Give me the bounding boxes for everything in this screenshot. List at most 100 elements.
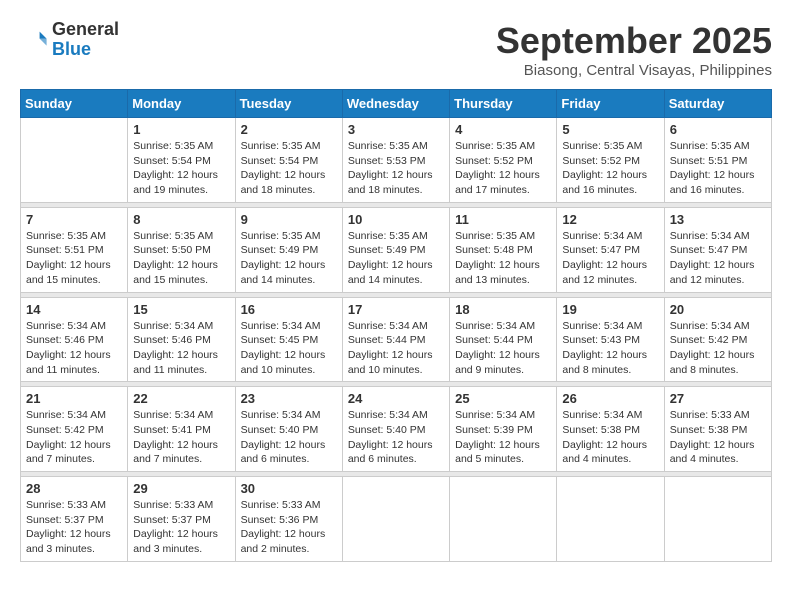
calendar-cell: 18 Sunrise: 5:34 AM Sunset: 5:44 PM Dayli…	[450, 297, 557, 382]
day-number: 22	[133, 391, 229, 406]
day-number: 16	[241, 302, 337, 317]
calendar-cell: 11Sunrise: 5:35 AM Sunset: 5:48 PM Dayli…	[450, 207, 557, 292]
logo-blue: Blue	[52, 40, 119, 60]
weekday-header-friday: Friday	[557, 90, 664, 118]
calendar-cell: 9 Sunrise: 5:35 AM Sunset: 5:49 PM Daylig…	[235, 207, 342, 292]
day-info: Sunrise: 5:34 AM Sunset: 5:42 PM Dayligh…	[26, 408, 122, 467]
calendar-cell: 25Sunrise: 5:34 AM Sunset: 5:39 PM Dayli…	[450, 387, 557, 472]
calendar-cell	[450, 477, 557, 562]
day-info: Sunrise: 5:34 AM Sunset: 5:38 PM Dayligh…	[562, 408, 658, 467]
calendar-cell: 22 Sunrise: 5:34 AM Sunset: 5:41 PM Dayli…	[128, 387, 235, 472]
calendar-cell	[557, 477, 664, 562]
calendar-cell: 29 Sunrise: 5:33 AM Sunset: 5:37 PM Dayli…	[128, 477, 235, 562]
calendar-cell: 17 Sunrise: 5:34 AM Sunset: 5:44 PM Dayli…	[342, 297, 449, 382]
calendar-cell: 8 Sunrise: 5:35 AM Sunset: 5:50 PM Daylig…	[128, 207, 235, 292]
day-number: 4	[455, 122, 551, 137]
day-info: Sunrise: 5:34 AM Sunset: 5:42 PM Dayligh…	[670, 319, 766, 378]
day-info: Sunrise: 5:35 AM Sunset: 5:51 PM Dayligh…	[26, 229, 122, 288]
calendar-cell: 14Sunrise: 5:34 AM Sunset: 5:46 PM Dayli…	[21, 297, 128, 382]
calendar-cell: 12 Sunrise: 5:34 AM Sunset: 5:47 PM Dayli…	[557, 207, 664, 292]
weekday-header-sunday: Sunday	[21, 90, 128, 118]
calendar-cell: 26 Sunrise: 5:34 AM Sunset: 5:38 PM Dayli…	[557, 387, 664, 472]
calendar-cell: 27Sunrise: 5:33 AM Sunset: 5:38 PM Dayli…	[664, 387, 771, 472]
weekday-header-monday: Monday	[128, 90, 235, 118]
logo-icon	[20, 26, 48, 54]
day-info: Sunrise: 5:35 AM Sunset: 5:51 PM Dayligh…	[670, 139, 766, 198]
day-info: Sunrise: 5:33 AM Sunset: 5:36 PM Dayligh…	[241, 498, 337, 557]
day-info: Sunrise: 5:34 AM Sunset: 5:41 PM Dayligh…	[133, 408, 229, 467]
calendar-week-row: 7 Sunrise: 5:35 AM Sunset: 5:51 PM Daylig…	[21, 207, 772, 292]
calendar-cell: 13 Sunrise: 5:34 AM Sunset: 5:47 PM Dayli…	[664, 207, 771, 292]
day-number: 13	[670, 212, 766, 227]
day-number: 26	[562, 391, 658, 406]
day-info: Sunrise: 5:34 AM Sunset: 5:45 PM Dayligh…	[241, 319, 337, 378]
day-number: 27	[670, 391, 766, 406]
calendar-table: SundayMondayTuesdayWednesdayThursdayFrid…	[20, 89, 772, 562]
day-info: Sunrise: 5:35 AM Sunset: 5:54 PM Dayligh…	[241, 139, 337, 198]
calendar-cell: 6 Sunrise: 5:35 AM Sunset: 5:51 PM Daylig…	[664, 118, 771, 203]
day-info: Sunrise: 5:35 AM Sunset: 5:50 PM Dayligh…	[133, 229, 229, 288]
calendar-cell: 19 Sunrise: 5:34 AM Sunset: 5:43 PM Dayli…	[557, 297, 664, 382]
day-info: Sunrise: 5:35 AM Sunset: 5:52 PM Dayligh…	[455, 139, 551, 198]
day-number: 2	[241, 122, 337, 137]
logo-text: General Blue	[52, 20, 119, 60]
day-number: 8	[133, 212, 229, 227]
calendar-cell: 10 Sunrise: 5:35 AM Sunset: 5:49 PM Dayli…	[342, 207, 449, 292]
calendar-cell: 15Sunrise: 5:34 AM Sunset: 5:46 PM Dayli…	[128, 297, 235, 382]
day-number: 24	[348, 391, 444, 406]
calendar-week-row: 28 Sunrise: 5:33 AM Sunset: 5:37 PM Dayli…	[21, 477, 772, 562]
day-info: Sunrise: 5:34 AM Sunset: 5:40 PM Dayligh…	[241, 408, 337, 467]
calendar-cell: 2 Sunrise: 5:35 AM Sunset: 5:54 PM Daylig…	[235, 118, 342, 203]
day-number: 9	[241, 212, 337, 227]
day-number: 21	[26, 391, 122, 406]
day-number: 30	[241, 481, 337, 496]
calendar-cell	[342, 477, 449, 562]
calendar-cell: 3Sunrise: 5:35 AM Sunset: 5:53 PM Daylig…	[342, 118, 449, 203]
calendar-cell: 30 Sunrise: 5:33 AM Sunset: 5:36 PM Dayli…	[235, 477, 342, 562]
weekday-header-saturday: Saturday	[664, 90, 771, 118]
weekday-header-wednesday: Wednesday	[342, 90, 449, 118]
day-number: 28	[26, 481, 122, 496]
calendar-cell: 1 Sunrise: 5:35 AM Sunset: 5:54 PM Daylig…	[128, 118, 235, 203]
calendar-week-row: 1 Sunrise: 5:35 AM Sunset: 5:54 PM Daylig…	[21, 118, 772, 203]
calendar-cell: 21 Sunrise: 5:34 AM Sunset: 5:42 PM Dayli…	[21, 387, 128, 472]
day-number: 10	[348, 212, 444, 227]
weekday-header-thursday: Thursday	[450, 90, 557, 118]
day-info: Sunrise: 5:34 AM Sunset: 5:40 PM Dayligh…	[348, 408, 444, 467]
day-info: Sunrise: 5:35 AM Sunset: 5:49 PM Dayligh…	[348, 229, 444, 288]
weekday-header-tuesday: Tuesday	[235, 90, 342, 118]
logo-general: General	[52, 20, 119, 40]
day-number: 1	[133, 122, 229, 137]
calendar-cell: 5Sunrise: 5:35 AM Sunset: 5:52 PM Daylig…	[557, 118, 664, 203]
calendar-cell: 4 Sunrise: 5:35 AM Sunset: 5:52 PM Daylig…	[450, 118, 557, 203]
calendar-cell: 16 Sunrise: 5:34 AM Sunset: 5:45 PM Dayli…	[235, 297, 342, 382]
day-number: 12	[562, 212, 658, 227]
day-info: Sunrise: 5:33 AM Sunset: 5:37 PM Dayligh…	[26, 498, 122, 557]
day-info: Sunrise: 5:35 AM Sunset: 5:49 PM Dayligh…	[241, 229, 337, 288]
logo: General Blue	[20, 20, 119, 60]
calendar-cell	[664, 477, 771, 562]
day-number: 29	[133, 481, 229, 496]
day-number: 11	[455, 212, 551, 227]
calendar-cell	[21, 118, 128, 203]
day-info: Sunrise: 5:34 AM Sunset: 5:46 PM Dayligh…	[133, 319, 229, 378]
page-header: General Blue September 2025 Biasong, Cen…	[20, 20, 772, 79]
day-info: Sunrise: 5:33 AM Sunset: 5:37 PM Dayligh…	[133, 498, 229, 557]
day-number: 19	[562, 302, 658, 317]
day-info: Sunrise: 5:34 AM Sunset: 5:44 PM Dayligh…	[348, 319, 444, 378]
day-info: Sunrise: 5:34 AM Sunset: 5:47 PM Dayligh…	[670, 229, 766, 288]
day-number: 17	[348, 302, 444, 317]
month-title: September 2025	[496, 20, 772, 62]
day-info: Sunrise: 5:34 AM Sunset: 5:43 PM Dayligh…	[562, 319, 658, 378]
day-number: 7	[26, 212, 122, 227]
day-number: 6	[670, 122, 766, 137]
day-info: Sunrise: 5:34 AM Sunset: 5:47 PM Dayligh…	[562, 229, 658, 288]
calendar-cell: 20Sunrise: 5:34 AM Sunset: 5:42 PM Dayli…	[664, 297, 771, 382]
title-block: September 2025 Biasong, Central Visayas,…	[496, 20, 772, 79]
calendar-week-row: 21 Sunrise: 5:34 AM Sunset: 5:42 PM Dayli…	[21, 387, 772, 472]
day-info: Sunrise: 5:34 AM Sunset: 5:44 PM Dayligh…	[455, 319, 551, 378]
day-info: Sunrise: 5:34 AM Sunset: 5:46 PM Dayligh…	[26, 319, 122, 378]
day-number: 18	[455, 302, 551, 317]
day-info: Sunrise: 5:35 AM Sunset: 5:54 PM Dayligh…	[133, 139, 229, 198]
location-subtitle: Biasong, Central Visayas, Philippines	[496, 62, 772, 79]
